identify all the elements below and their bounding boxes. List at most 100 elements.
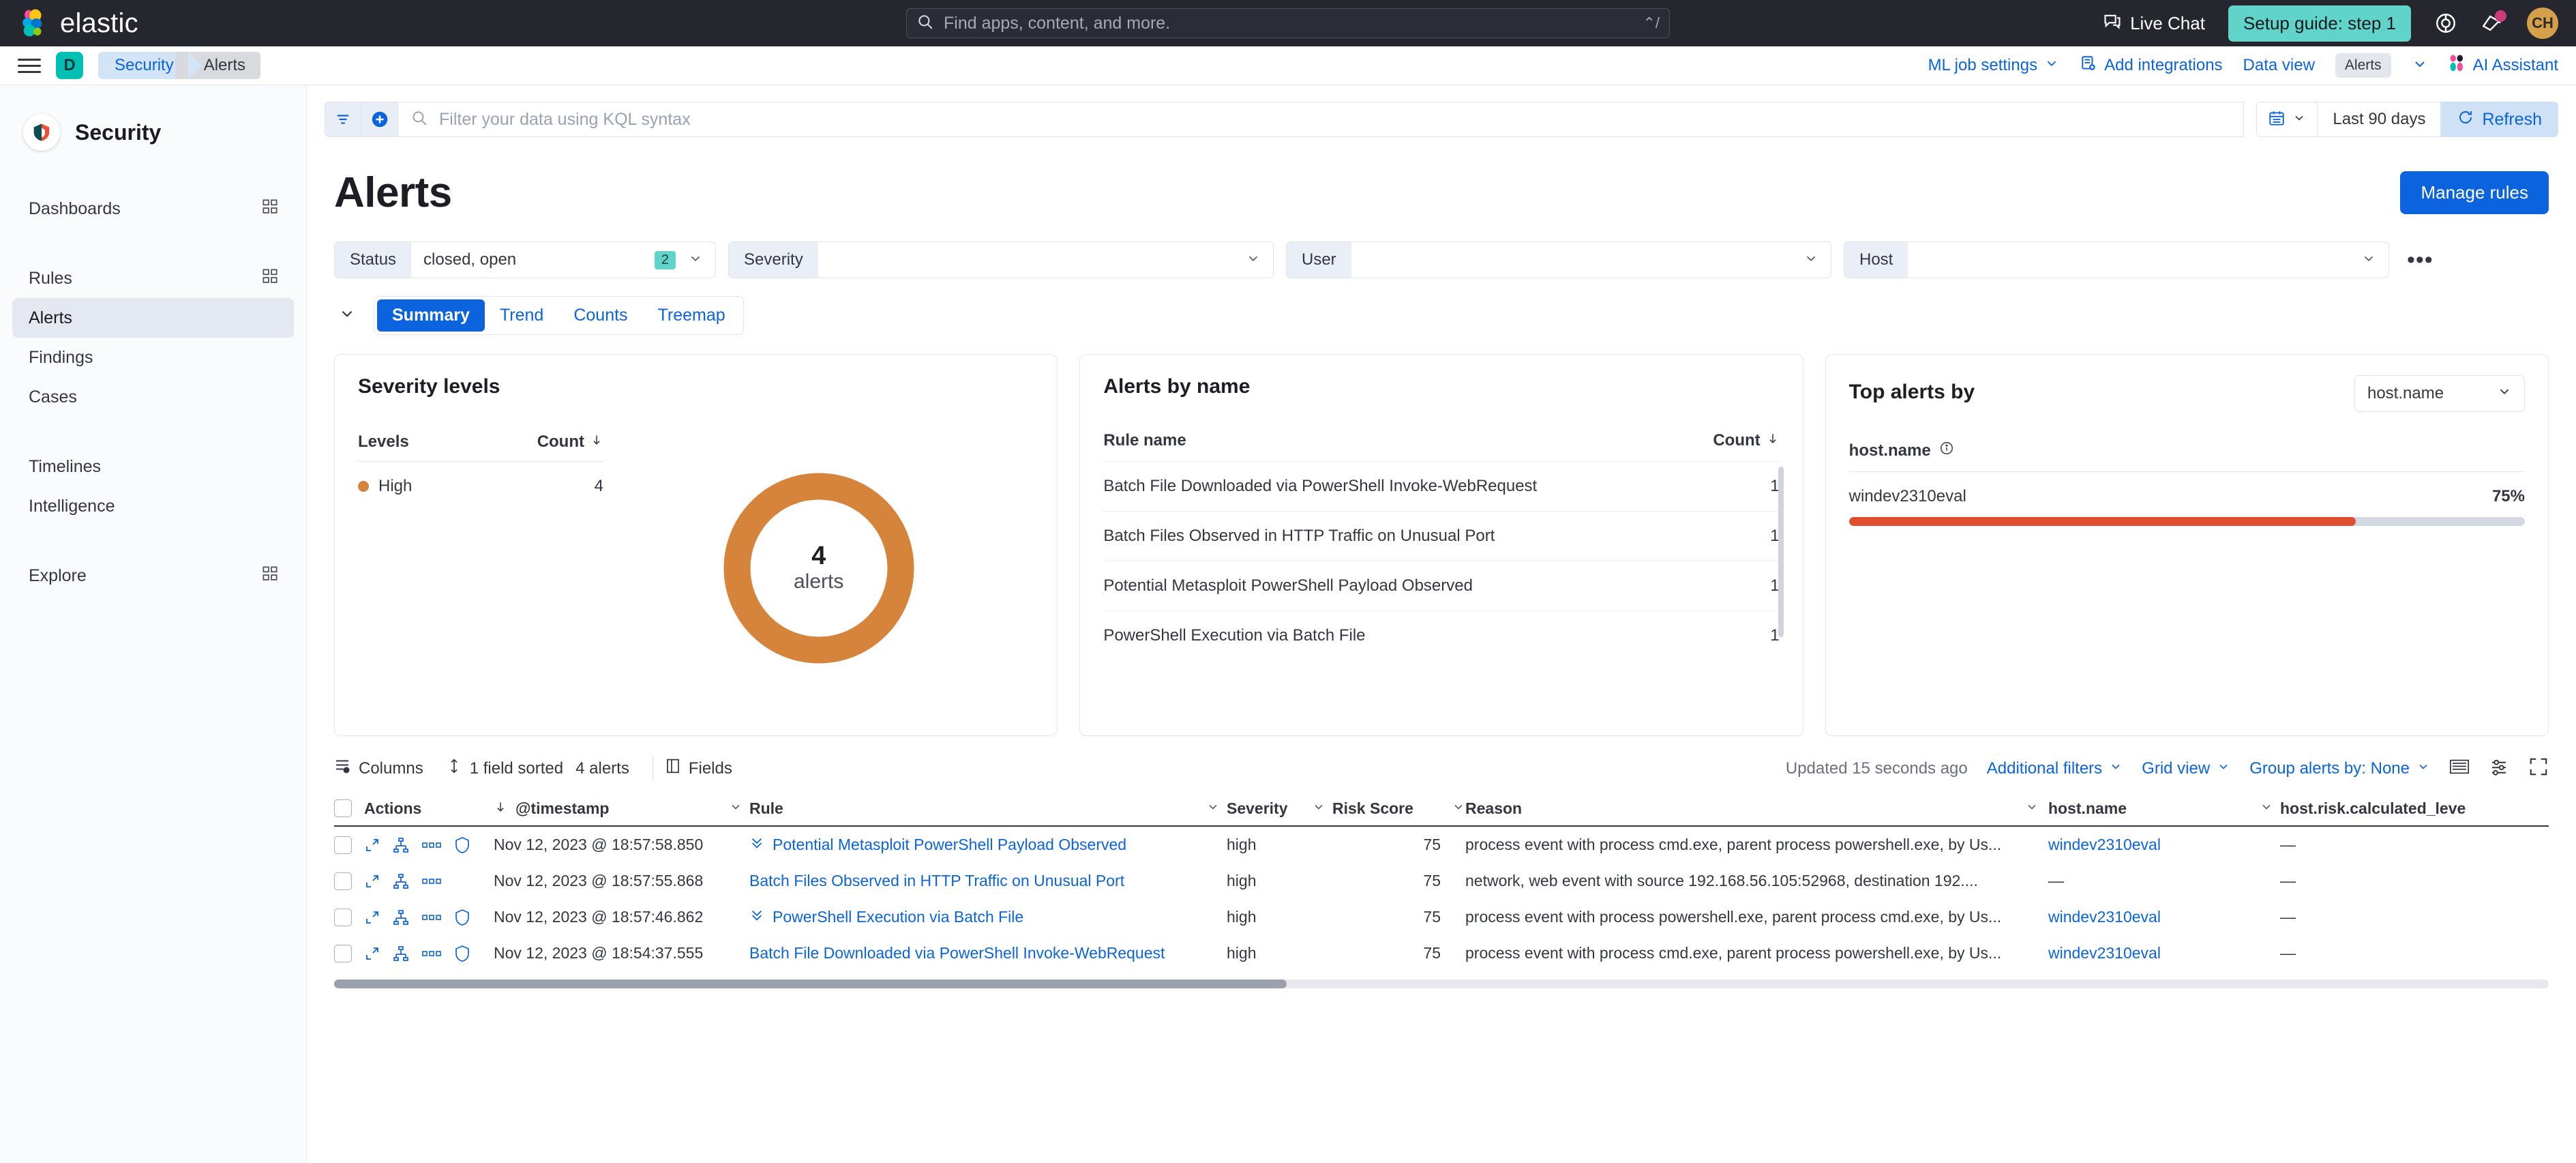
row-rule-link[interactable]: Potential Metasploit PowerShell Payload …	[773, 836, 1126, 854]
select-all-checkbox[interactable]	[334, 799, 352, 817]
chevron-down-icon[interactable]	[688, 251, 715, 269]
expand-alert-icon[interactable]	[364, 837, 380, 853]
tab-trend[interactable]: Trend	[485, 299, 558, 332]
sidebar-item-timelines[interactable]: Timelines	[12, 447, 294, 486]
sidebar-item-intelligence[interactable]: Intelligence	[12, 486, 294, 526]
grid-horizontal-scrollbar[interactable]	[334, 980, 2549, 988]
abn-col-count[interactable]: Count	[1713, 431, 1760, 450]
kql-search-input[interactable]: Filter your data using KQL syntax	[398, 102, 2244, 137]
grid-icon[interactable]	[263, 566, 278, 586]
header-reason[interactable]: Reason	[1465, 799, 2048, 818]
info-icon[interactable]	[1939, 441, 1954, 460]
chevron-down-icon[interactable]	[729, 799, 743, 818]
table-row[interactable]: Nov 12, 2023 @ 18:57:55.868 Batch Files …	[334, 863, 2549, 899]
filter-options-button[interactable]	[325, 102, 361, 137]
add-filter-button[interactable]	[361, 102, 398, 137]
more-actions-icon[interactable]	[421, 840, 442, 850]
expand-chevrons-icon[interactable]	[749, 836, 764, 855]
collapse-charts-chevron-down-icon[interactable]	[334, 301, 360, 330]
sidebar-item-findings[interactable]: Findings	[12, 338, 294, 377]
expand-chevrons-icon[interactable]	[749, 908, 764, 927]
chevron-down-icon[interactable]	[2361, 251, 2388, 269]
top-alerts-field-select[interactable]: host.name	[2354, 375, 2525, 412]
chevron-down-icon[interactable]	[1312, 799, 1326, 818]
sidebar-item-explore[interactable]: Explore	[12, 556, 294, 595]
fullscreen-icon[interactable]	[2528, 756, 2549, 780]
more-actions-icon[interactable]	[421, 877, 442, 886]
row-host-name-link[interactable]: windev2310eval	[2048, 944, 2161, 962]
global-search-input[interactable]: Find apps, content, and more. ⌃/	[906, 8, 1670, 38]
top-alerts-bar-row[interactable]: windev2310eval 75%	[1849, 487, 2525, 526]
alerts-by-name-row[interactable]: Batch File Downloaded via PowerShell Inv…	[1103, 461, 1779, 511]
columns-button[interactable]: Columns	[334, 758, 423, 779]
row-rule-link[interactable]: PowerShell Execution via Batch File	[773, 908, 1023, 926]
analyze-event-icon[interactable]	[393, 873, 409, 889]
expand-alert-icon[interactable]	[364, 909, 380, 926]
header-risk-score[interactable]: Risk Score	[1332, 799, 1465, 818]
grid-scrollbar-thumb[interactable]	[334, 980, 1287, 988]
fields-button[interactable]: Fields	[665, 758, 732, 779]
menu-toggle-icon[interactable]	[18, 59, 41, 73]
sidebar-item-alerts[interactable]: Alerts	[12, 298, 294, 338]
session-view-icon[interactable]	[454, 945, 470, 962]
row-checkbox[interactable]	[334, 909, 352, 926]
refresh-button[interactable]: Refresh	[2441, 102, 2558, 137]
announcements-icon[interactable]	[2481, 12, 2504, 35]
display-options-icon[interactable]	[2489, 756, 2509, 780]
grid-icon[interactable]	[263, 199, 278, 219]
setup-guide-button[interactable]: Setup guide: step 1	[2228, 5, 2411, 42]
user-filter[interactable]: User	[1286, 241, 1831, 278]
header-host-name[interactable]: host.name	[2048, 799, 2280, 818]
sort-fields-button[interactable]: 1 field sorted	[447, 758, 563, 779]
group-alerts-by-button[interactable]: Group alerts by: None	[2249, 759, 2430, 778]
calendar-quick-select-button[interactable]	[2256, 102, 2318, 137]
session-view-icon[interactable]	[454, 909, 470, 926]
tab-counts[interactable]: Counts	[558, 299, 642, 332]
more-actions-icon[interactable]	[421, 913, 442, 922]
row-checkbox[interactable]	[334, 945, 352, 962]
header-timestamp[interactable]: @timestamp	[494, 799, 749, 818]
row-host-name-link[interactable]: windev2310eval	[2048, 908, 2161, 926]
table-row[interactable]: Nov 12, 2023 @ 18:54:37.555 Batch File D…	[334, 935, 2549, 971]
expand-alert-icon[interactable]	[364, 945, 380, 962]
date-range-value[interactable]: Last 90 days	[2318, 102, 2441, 137]
header-severity[interactable]: Severity	[1227, 799, 1332, 818]
sidebar-item-cases[interactable]: Cases	[12, 377, 294, 417]
alerts-by-name-row[interactable]: PowerShell Execution via Batch File 1	[1103, 610, 1779, 660]
table-row[interactable]: Nov 12, 2023 @ 18:57:58.850 Potential Me…	[334, 827, 2549, 863]
severity-col-count[interactable]: Count	[537, 432, 584, 452]
session-view-icon[interactable]	[454, 836, 470, 854]
severity-table-row[interactable]: High 4	[358, 462, 603, 496]
sidebar-item-dashboards[interactable]: Dashboards	[12, 189, 294, 229]
data-view-value[interactable]: Alerts	[2335, 53, 2391, 78]
ml-job-settings-button[interactable]: ML job settings	[1928, 56, 2060, 76]
add-integrations-button[interactable]: Add integrations	[2080, 55, 2222, 77]
alerts-by-name-scrollbar[interactable]	[1778, 467, 1784, 637]
status-filter[interactable]: Status closed, open 2	[334, 241, 716, 278]
row-rule-link[interactable]: Batch Files Observed in HTTP Traffic on …	[749, 872, 1124, 890]
severity-filter[interactable]: Severity	[728, 241, 1274, 278]
filter-more-options-icon[interactable]: •••	[2401, 247, 2433, 274]
tab-treemap[interactable]: Treemap	[643, 299, 740, 332]
user-avatar[interactable]: CH	[2527, 8, 2558, 39]
space-avatar[interactable]: D	[56, 52, 83, 79]
row-checkbox[interactable]	[334, 872, 352, 890]
chevron-down-icon[interactable]	[1246, 251, 1273, 269]
row-host-name-link[interactable]: windev2310eval	[2048, 836, 2161, 853]
live-chat-button[interactable]: Live Chat	[2103, 12, 2205, 35]
grid-icon[interactable]	[263, 269, 278, 289]
chevron-down-icon[interactable]	[1803, 251, 1831, 269]
alerts-by-name-row[interactable]: Potential Metasploit PowerShell Payload …	[1103, 561, 1779, 610]
help-icon[interactable]	[2434, 12, 2457, 35]
grid-view-button[interactable]: Grid view	[2142, 759, 2230, 778]
chevron-down-icon[interactable]	[1452, 799, 1465, 818]
data-view-chevron-down-icon[interactable]	[2412, 56, 2428, 76]
row-checkbox[interactable]	[334, 836, 352, 854]
chevron-down-icon[interactable]	[1206, 799, 1220, 818]
chevron-down-icon[interactable]	[2025, 799, 2039, 818]
sidebar-item-rules[interactable]: Rules	[12, 259, 294, 298]
additional-filters-button[interactable]: Additional filters	[1987, 759, 2123, 778]
alerts-by-name-row[interactable]: Batch Files Observed in HTTP Traffic on …	[1103, 511, 1779, 561]
elastic-brand[interactable]: elastic	[18, 8, 138, 39]
analyze-event-icon[interactable]	[393, 837, 409, 853]
